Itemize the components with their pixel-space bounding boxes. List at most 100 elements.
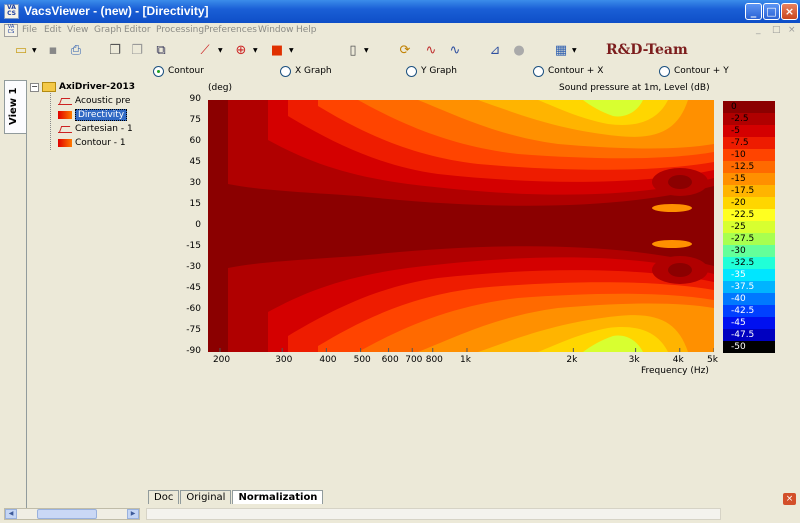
y-tick-label: 90 bbox=[189, 94, 201, 104]
app-icon[interactable]: VA CS bbox=[4, 4, 19, 19]
mdi-restore-button[interactable]: □ bbox=[772, 25, 781, 35]
copy-page-icon[interactable]: ❐ bbox=[106, 43, 124, 59]
colorbar-level: -15 bbox=[723, 173, 775, 185]
maximize-button[interactable]: □ bbox=[763, 3, 780, 20]
x-tick-label: 300 bbox=[275, 355, 293, 365]
stp-icon[interactable]: ● bbox=[510, 43, 528, 59]
menu-help[interactable]: Help bbox=[296, 25, 317, 35]
tree-item-acoustic[interactable]: Acoustic pre bbox=[58, 94, 130, 107]
y-tick-label: -15 bbox=[186, 241, 201, 251]
colorbar-level: -47.5 bbox=[723, 329, 775, 341]
radio-y-graph[interactable]: Y Graph bbox=[406, 64, 457, 78]
tree-horizontal-scrollbar[interactable]: ◀ ▶ bbox=[4, 508, 140, 520]
menu-view[interactable]: View bbox=[67, 25, 88, 35]
reload-icon[interactable]: ⟳ bbox=[396, 43, 414, 59]
colorbar-level: -37.5 bbox=[723, 281, 775, 293]
mdi-minimize-button[interactable]: _ bbox=[756, 25, 761, 35]
spectrum-icon[interactable]: ∿ bbox=[446, 43, 464, 59]
colorbar-level: -5 bbox=[723, 125, 775, 137]
radio-selected-icon[interactable] bbox=[153, 65, 164, 77]
colorbar-level: -10 bbox=[723, 149, 775, 161]
colorbar-level: -45 bbox=[723, 317, 775, 329]
line-graph-icon bbox=[58, 97, 72, 105]
tree-root[interactable]: AxiDriver-2013 bbox=[42, 80, 135, 93]
colorbar-level: -12.5 bbox=[723, 161, 775, 173]
tab-normalization[interactable]: Normalization bbox=[232, 490, 324, 504]
open-folder-icon[interactable]: ▭ bbox=[12, 43, 30, 59]
radio-contour[interactable]: Contour bbox=[153, 64, 204, 78]
radio-icon[interactable] bbox=[280, 65, 291, 77]
chevron-down-icon[interactable]: ▼ bbox=[32, 47, 37, 54]
y-tick-label: 15 bbox=[189, 199, 201, 209]
chevron-down-icon[interactable]: ▼ bbox=[364, 47, 369, 54]
tree-item-directivity[interactable]: Directivity bbox=[58, 108, 128, 121]
null-upper bbox=[652, 204, 692, 212]
menu-preferences[interactable]: Preferences bbox=[204, 25, 257, 35]
menu-file[interactable]: File bbox=[22, 25, 37, 35]
x-tick-label: 4k bbox=[672, 355, 684, 365]
colorbar-legend: 0 -2.5 -5 -7.5 -10 -12.5 -15 -17.5 -20 -22.5 -25 -2… bbox=[723, 101, 775, 353]
main-horizontal-scrollbar[interactable] bbox=[146, 508, 721, 520]
mdi-close-button[interactable]: × bbox=[788, 25, 796, 35]
y-tick-label: -75 bbox=[186, 325, 201, 335]
tab-view-1[interactable]: View 1 bbox=[4, 80, 26, 134]
color-fill-icon[interactable]: ■ bbox=[268, 43, 286, 59]
colorbar-level: -50 bbox=[723, 341, 775, 353]
chevron-down-icon[interactable]: ▼ bbox=[218, 47, 223, 54]
contour-icon bbox=[58, 138, 72, 147]
print-icon[interactable]: ⎙ bbox=[67, 43, 85, 59]
tree-item-contour[interactable]: Contour - 1 bbox=[58, 136, 126, 149]
menu-edit[interactable]: Edit bbox=[44, 25, 61, 35]
table-icon[interactable]: ▦ bbox=[552, 43, 570, 59]
polar-graph-icon[interactable]: ⊕ bbox=[232, 43, 250, 59]
radio-label: Contour + X bbox=[548, 66, 604, 76]
colorbar-level: -32.5 bbox=[723, 257, 775, 269]
radio-icon[interactable] bbox=[406, 65, 417, 77]
tree-item-cartesian[interactable]: Cartesian - 1 bbox=[58, 122, 133, 135]
document-icon[interactable]: VA CS bbox=[4, 24, 18, 37]
contour-plot[interactable] bbox=[208, 100, 714, 352]
chart-icon[interactable]: ⊿ bbox=[486, 43, 504, 59]
chevron-down-icon[interactable]: ▼ bbox=[572, 47, 577, 54]
line-graph-icon[interactable]: ⟋ bbox=[196, 43, 214, 59]
x-tick-label: 500 bbox=[353, 355, 371, 365]
radio-label: Contour bbox=[168, 66, 204, 76]
menu-window[interactable]: Window bbox=[258, 25, 294, 35]
close-document-button[interactable]: × bbox=[783, 493, 796, 505]
bottom-tab-bar: Doc Original Normalization bbox=[148, 490, 324, 504]
menu-editor[interactable]: Editor bbox=[124, 25, 151, 35]
graph-mode-radio-group: Contour X Graph Y Graph Contour + X Cont… bbox=[0, 64, 800, 78]
menu-graph[interactable]: Graph bbox=[94, 25, 122, 35]
radio-contour-x[interactable]: Contour + X bbox=[533, 64, 603, 78]
colorbar-level: -40 bbox=[723, 293, 775, 305]
ycurve-icon[interactable]: ∿ bbox=[422, 43, 440, 59]
save-icon[interactable]: ▪ bbox=[44, 43, 62, 59]
tab-original[interactable]: Original bbox=[180, 490, 232, 504]
scroll-thumb[interactable] bbox=[37, 509, 97, 519]
radio-icon[interactable] bbox=[533, 65, 544, 77]
radio-x-graph[interactable]: X Graph bbox=[280, 64, 332, 78]
new-page-icon[interactable]: ▯ bbox=[344, 43, 362, 59]
folder-icon bbox=[42, 81, 56, 92]
menu-processing[interactable]: Processing bbox=[156, 25, 204, 35]
brand-label: R&D-Team bbox=[606, 42, 688, 58]
close-button[interactable]: × bbox=[781, 3, 798, 20]
chart-title: Sound pressure at 1m, Level (dB) bbox=[559, 83, 710, 93]
duplicate-icon[interactable]: ⧉ bbox=[152, 43, 170, 59]
tab-doc[interactable]: Doc bbox=[148, 490, 180, 504]
x-tick-label: 5k bbox=[707, 355, 718, 365]
collapse-icon[interactable]: − bbox=[30, 83, 39, 92]
radio-icon[interactable] bbox=[659, 65, 670, 77]
scroll-right-icon[interactable]: ▶ bbox=[127, 509, 139, 519]
radio-contour-y[interactable]: Contour + Y bbox=[659, 64, 729, 78]
y-tick-label: 45 bbox=[189, 157, 201, 167]
paste-page-icon[interactable]: ❐ bbox=[128, 43, 146, 59]
x-tick-label: 400 bbox=[319, 355, 337, 365]
chevron-down-icon[interactable]: ▼ bbox=[253, 47, 258, 54]
y-tick-label: -30 bbox=[186, 262, 201, 272]
chevron-down-icon[interactable]: ▼ bbox=[289, 47, 294, 54]
minimize-button[interactable]: _ bbox=[745, 3, 762, 20]
tree-item-label: Contour - 1 bbox=[75, 137, 126, 148]
scroll-left-icon[interactable]: ◀ bbox=[5, 509, 17, 519]
x-tick-label: 700 bbox=[405, 355, 423, 365]
